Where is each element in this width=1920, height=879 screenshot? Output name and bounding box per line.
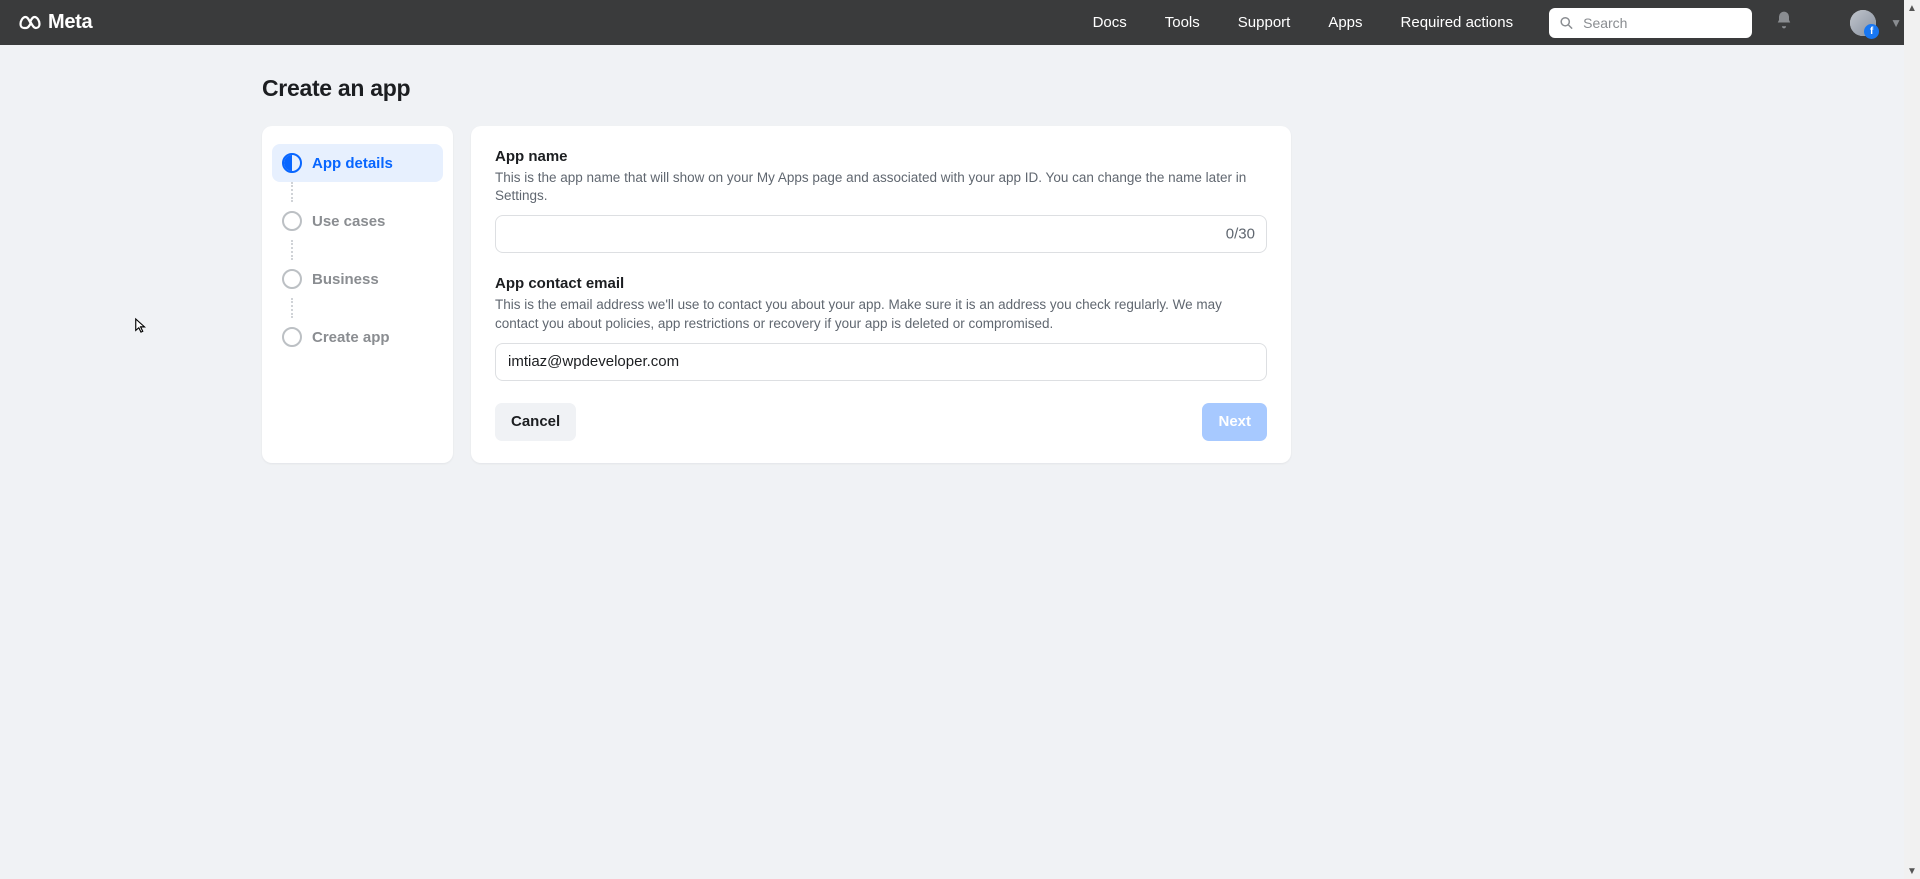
nav-links: Docs Tools Support Apps Required actions <box>1093 14 1514 31</box>
nav-tools[interactable]: Tools <box>1165 14 1200 31</box>
account-menu-chevron[interactable]: ▼ <box>1890 16 1902 30</box>
field-contact-email: App contact email This is the email addr… <box>495 275 1267 380</box>
step-connector <box>291 298 443 318</box>
user-avatar[interactable]: f <box>1850 10 1876 36</box>
page-title: Create an app <box>262 75 1920 102</box>
mouse-cursor-icon <box>134 317 148 335</box>
search-wrap <box>1549 8 1752 38</box>
step-indicator-icon <box>282 211 302 231</box>
top-navbar: Meta Docs Tools Support Apps Required ac… <box>0 0 1920 45</box>
app-name-label: App name <box>495 148 1267 165</box>
search-icon <box>1559 15 1574 30</box>
vertical-scrollbar[interactable]: ▲ ▼ <box>1904 0 1920 879</box>
contact-email-label: App contact email <box>495 275 1267 292</box>
nav-apps[interactable]: Apps <box>1328 14 1362 31</box>
scroll-down-icon[interactable]: ▼ <box>1904 863 1920 879</box>
form-card: App name This is the app name that will … <box>471 126 1291 463</box>
step-app-details[interactable]: App details <box>272 144 443 182</box>
step-connector <box>291 240 443 260</box>
step-label: Business <box>312 271 379 288</box>
app-name-input[interactable] <box>495 215 1267 253</box>
brand-name: Meta <box>48 11 92 34</box>
cancel-button[interactable]: Cancel <box>495 403 576 441</box>
facebook-badge-icon: f <box>1864 24 1879 39</box>
search-input[interactable] <box>1549 8 1752 38</box>
nav-required-actions[interactable]: Required actions <box>1401 14 1514 31</box>
steps-sidebar: App details Use cases Business Create ap… <box>262 126 453 463</box>
page-content: Create an app App details Use cases Busi… <box>0 45 1920 463</box>
char-count: 0/30 <box>1226 226 1255 243</box>
form-actions: Cancel Next <box>495 403 1267 441</box>
contact-email-help: This is the email address we'll use to c… <box>495 296 1267 332</box>
step-use-cases[interactable]: Use cases <box>272 202 443 240</box>
step-label: App details <box>312 155 393 172</box>
step-label: Create app <box>312 329 390 346</box>
nav-support[interactable]: Support <box>1238 14 1291 31</box>
step-label: Use cases <box>312 213 385 230</box>
next-button[interactable]: Next <box>1202 403 1267 441</box>
contact-email-input[interactable] <box>495 343 1267 381</box>
step-connector <box>291 182 443 202</box>
app-name-help: This is the app name that will show on y… <box>495 169 1267 205</box>
step-create-app[interactable]: Create app <box>272 318 443 356</box>
notifications-icon[interactable] <box>1774 10 1794 35</box>
nav-docs[interactable]: Docs <box>1093 14 1127 31</box>
scroll-up-icon[interactable]: ▲ <box>1904 0 1920 16</box>
brand-logo[interactable]: Meta <box>18 11 92 35</box>
field-app-name: App name This is the app name that will … <box>495 148 1267 253</box>
step-indicator-icon <box>282 327 302 347</box>
meta-logo-icon <box>18 11 42 35</box>
step-business[interactable]: Business <box>272 260 443 298</box>
step-indicator-active-icon <box>282 153 302 173</box>
step-indicator-icon <box>282 269 302 289</box>
